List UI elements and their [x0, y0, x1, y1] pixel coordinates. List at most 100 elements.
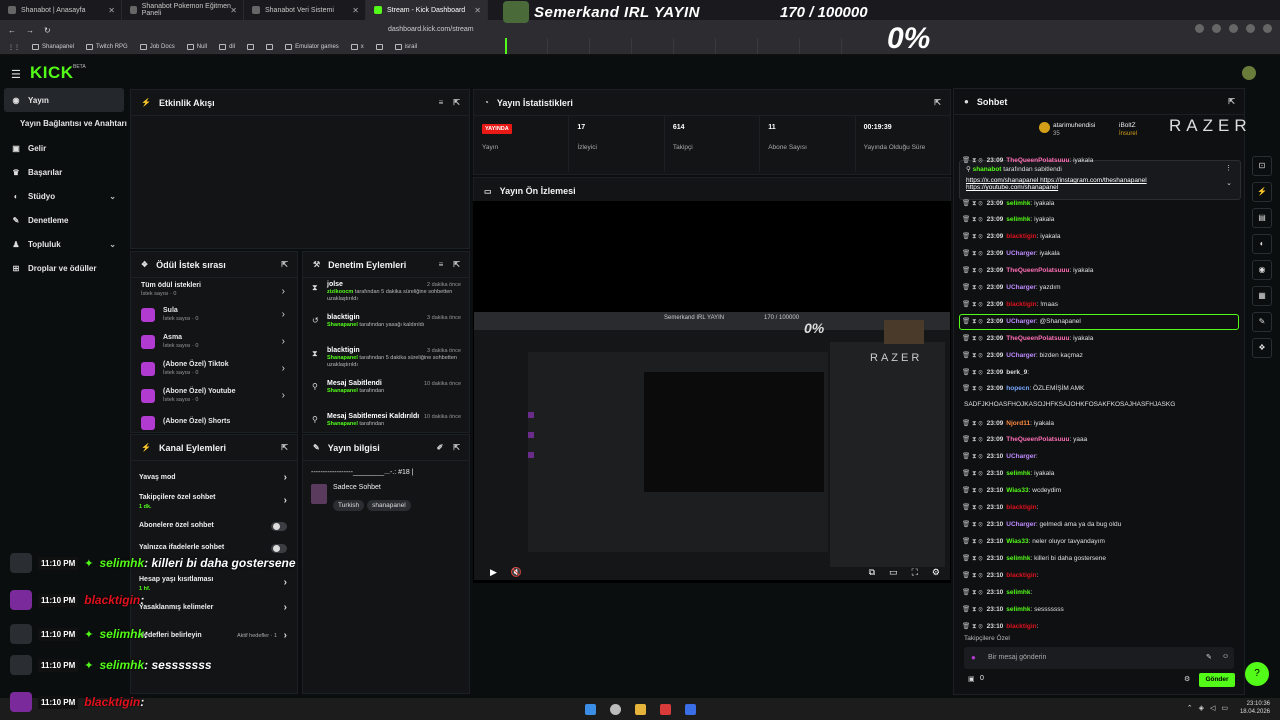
chat-username[interactable]: UCharger	[1006, 284, 1036, 291]
bookmark[interactable]: Emulator games	[285, 44, 339, 50]
chat-message[interactable]: 🗑 ⧗ ⊗ 23:10 UCharger:	[962, 452, 1038, 461]
bookmark[interactable]: Twitch RPG	[86, 44, 128, 50]
mute-icon[interactable]: 🔇	[511, 567, 522, 578]
chat-message[interactable]: 🗑 ⧗ ⊗ 23:09 UCharger: iyakala	[962, 249, 1060, 258]
url-input[interactable]: dashboard.kick.com/stream	[368, 23, 518, 37]
rail-button-icon[interactable]: ⚡	[1252, 182, 1272, 202]
reward-item[interactable]: (Abone Özel) Shorts	[131, 409, 297, 432]
banned-words-item[interactable]: Yasaklanmış kelimeler ›	[131, 597, 297, 619]
app-icon[interactable]	[684, 703, 696, 715]
mod-actions-icon[interactable]: 🗑 ⧗ ⊗	[962, 250, 983, 257]
sidebar-item-topluluk[interactable]: ♟ Topluluk ⌄	[0, 232, 128, 256]
chat-username[interactable]: hopecn	[1006, 385, 1029, 392]
filter-icon[interactable]: ≡	[439, 98, 444, 107]
chat-username[interactable]: UCharger	[1006, 318, 1036, 325]
mod-actions-icon[interactable]: 🗑 ⧗ ⊗	[962, 453, 983, 460]
sidebar-item-gelir[interactable]: ▣ Gelir	[0, 136, 128, 160]
search-icon[interactable]	[609, 703, 621, 715]
sidebar-item-denetleme[interactable]: ✎ Denetleme	[0, 208, 128, 232]
chat-username[interactable]: Wias33	[1006, 487, 1028, 494]
mod-actions-icon[interactable]: 🗑 ⧗ ⊗	[962, 385, 983, 392]
chat-message[interactable]: 🗑 ⧗ ⊗ 23:09 selimhk: iyakala	[962, 215, 1054, 224]
play-icon[interactable]: ▶	[490, 567, 497, 578]
close-icon[interactable]: ✕	[352, 6, 359, 15]
popout-icon[interactable]: ⇱	[934, 98, 941, 107]
mod-actions-icon[interactable]: 🗑 ⧗ ⊗	[962, 318, 983, 325]
chat-message[interactable]: 🗑 ⧗ ⊗ 23:09 Njord11: iyakala	[962, 419, 1054, 428]
mod-actions-icon[interactable]: 🗑 ⧗ ⊗	[962, 538, 983, 545]
filter-icon[interactable]: ≡	[439, 260, 444, 269]
gear-icon[interactable]: ⚙	[1184, 675, 1190, 683]
chat-username[interactable]: blacktigin	[1006, 572, 1036, 579]
chat-username[interactable]: TheQueenPolatsuuu	[1006, 267, 1069, 274]
chat-username[interactable]: selimhk	[1006, 216, 1030, 223]
battery-icon[interactable]: ▭	[1221, 704, 1228, 712]
extension-icon[interactable]	[1229, 24, 1238, 33]
bookmark[interactable]: Job Docs	[139, 44, 175, 50]
mod-actions-icon[interactable]: 🗑 ⧗ ⊗	[962, 589, 983, 596]
network-icon[interactable]: ◈	[1199, 704, 1204, 712]
chat-message[interactable]: 🗑 ⧗ ⊗ 23:09 TheQueenPolatsuuu: iyakala	[962, 266, 1093, 275]
chat-username[interactable]: berk_9	[1006, 369, 1027, 376]
help-button[interactable]: ?	[1245, 662, 1269, 686]
extension-icon[interactable]	[1195, 24, 1204, 33]
chat-message[interactable]: 🗑 ⧗ ⊗ 23:10 blacktigin:	[962, 571, 1038, 580]
sidebar-item-basarilar[interactable]: ♛ Başarılar	[0, 160, 128, 184]
chat-message[interactable]: 🗑 ⧗ ⊗ 23:09 TheQueenPolatsuuu: iyakala	[962, 156, 1093, 165]
theater-icon[interactable]: ▭	[889, 567, 898, 578]
mod-actions-icon[interactable]: 🗑 ⧗ ⊗	[962, 284, 983, 291]
popout-icon[interactable]: ⇱	[281, 260, 288, 269]
extension-icon[interactable]	[1212, 24, 1221, 33]
chat-username[interactable]: UCharger	[1006, 352, 1036, 359]
rail-button-icon[interactable]: ▦	[1252, 286, 1272, 306]
sidebar-item-stream-key[interactable]: Yayın Bağlantısı ve Anahtarı	[0, 112, 128, 136]
taskbar-clock[interactable]: 23:10:36 18.04.2026	[1240, 700, 1270, 716]
extension-icon[interactable]	[1263, 24, 1272, 33]
mod-actions-icon[interactable]: 🗑 ⧗ ⊗	[962, 352, 983, 359]
mod-actions-icon[interactable]: 🗑 ⧗ ⊗	[962, 470, 983, 477]
chat-message[interactable]: 🗑 ⧗ ⊗ 23:09 UCharger: yazdım	[962, 283, 1060, 292]
chat-message[interactable]: 🗑 ⧗ ⊗ 23:09 selimhk: iyakala	[962, 199, 1054, 208]
goals-item[interactable]: Hedefleri belirleyin Aktif hedefler · 1 ›	[131, 625, 297, 647]
chat-username[interactable]: selimhk	[1006, 589, 1030, 596]
mod-actions-icon[interactable]: 🗑 ⧗ ⊗	[962, 157, 983, 164]
browser-tab[interactable]: Shanabot | Anasayfa ✕	[0, 0, 122, 20]
rail-button-icon[interactable]: ◉	[1252, 260, 1272, 280]
chat-username[interactable]: blacktigin	[1006, 504, 1036, 511]
browser-tab-active[interactable]: Stream - Kick Dashboard ✕	[366, 0, 488, 20]
chat-username[interactable]: Wias33	[1006, 538, 1028, 545]
bookmark[interactable]: Shanapanel	[32, 44, 74, 50]
mod-actions-icon[interactable]: 🗑 ⧗ ⊗	[962, 216, 983, 223]
chat-message[interactable]: 🗑 ⧗ ⊗ 23:10 selimhk: sesssssss	[962, 605, 1064, 614]
chat-message[interactable]: 🗑 ⧗ ⊗ 23:09 TheQueenPolatsuuu: iyakala	[962, 334, 1093, 343]
bookmark[interactable]	[266, 44, 274, 50]
menu-icon[interactable]: ☰	[11, 68, 21, 81]
close-icon[interactable]: ✕	[108, 6, 115, 15]
mod-actions-icon[interactable]: 🗑 ⧗ ⊗	[962, 606, 983, 613]
chat-message[interactable]: 🗑 ⧗ ⊗ 23:10 Wias33: neler oluyor tavyanday…	[962, 537, 1105, 546]
mod-actions-icon[interactable]: 🗑 ⧗ ⊗	[962, 623, 983, 630]
chat-message[interactable]: 🗑 ⧗ ⊗ 23:09 blacktigin: iyakala	[962, 232, 1061, 241]
rail-button-icon[interactable]: ⊡	[1252, 156, 1272, 176]
sidebar-item-studyo[interactable]: ◐ Stüdyo ⌄	[0, 184, 128, 208]
browser-icon[interactable]	[659, 703, 671, 715]
close-icon[interactable]: ✕	[474, 6, 481, 15]
edit-icon[interactable]: ✐	[437, 443, 444, 452]
close-icon[interactable]: ✕	[230, 6, 237, 15]
rail-button-icon[interactable]: ◐	[1252, 234, 1272, 254]
fullscreen-icon[interactable]: ⛶	[912, 567, 918, 578]
back-icon[interactable]: ←	[8, 26, 16, 35]
mod-actions-icon[interactable]: 🗑 ⧗ ⊗	[962, 267, 983, 274]
subscribers-only-item[interactable]: Abonelere özel sohbet	[131, 515, 297, 537]
bookmark[interactable]	[375, 44, 383, 50]
chat-input[interactable]: Bir mesaj gönderin	[964, 647, 1234, 669]
mod-actions-icon[interactable]: 🗑 ⧗ ⊗	[962, 301, 983, 308]
extension-icon[interactable]	[1246, 24, 1255, 33]
bookmark[interactable]: israil	[394, 44, 417, 50]
folder-icon[interactable]	[634, 703, 646, 715]
mod-actions-icon[interactable]: 🗑 ⧗ ⊗	[962, 420, 983, 427]
chevron-up-icon[interactable]: ⌃	[1187, 704, 1193, 712]
followers-only-item[interactable]: Takipçilere özel sohbet 1 dk. ›	[131, 489, 297, 515]
mod-actions-icon[interactable]: 🗑 ⧗ ⊗	[962, 504, 983, 511]
sidebar-item-droplar[interactable]: ⊞ Droplar ve ödüller	[0, 256, 128, 280]
